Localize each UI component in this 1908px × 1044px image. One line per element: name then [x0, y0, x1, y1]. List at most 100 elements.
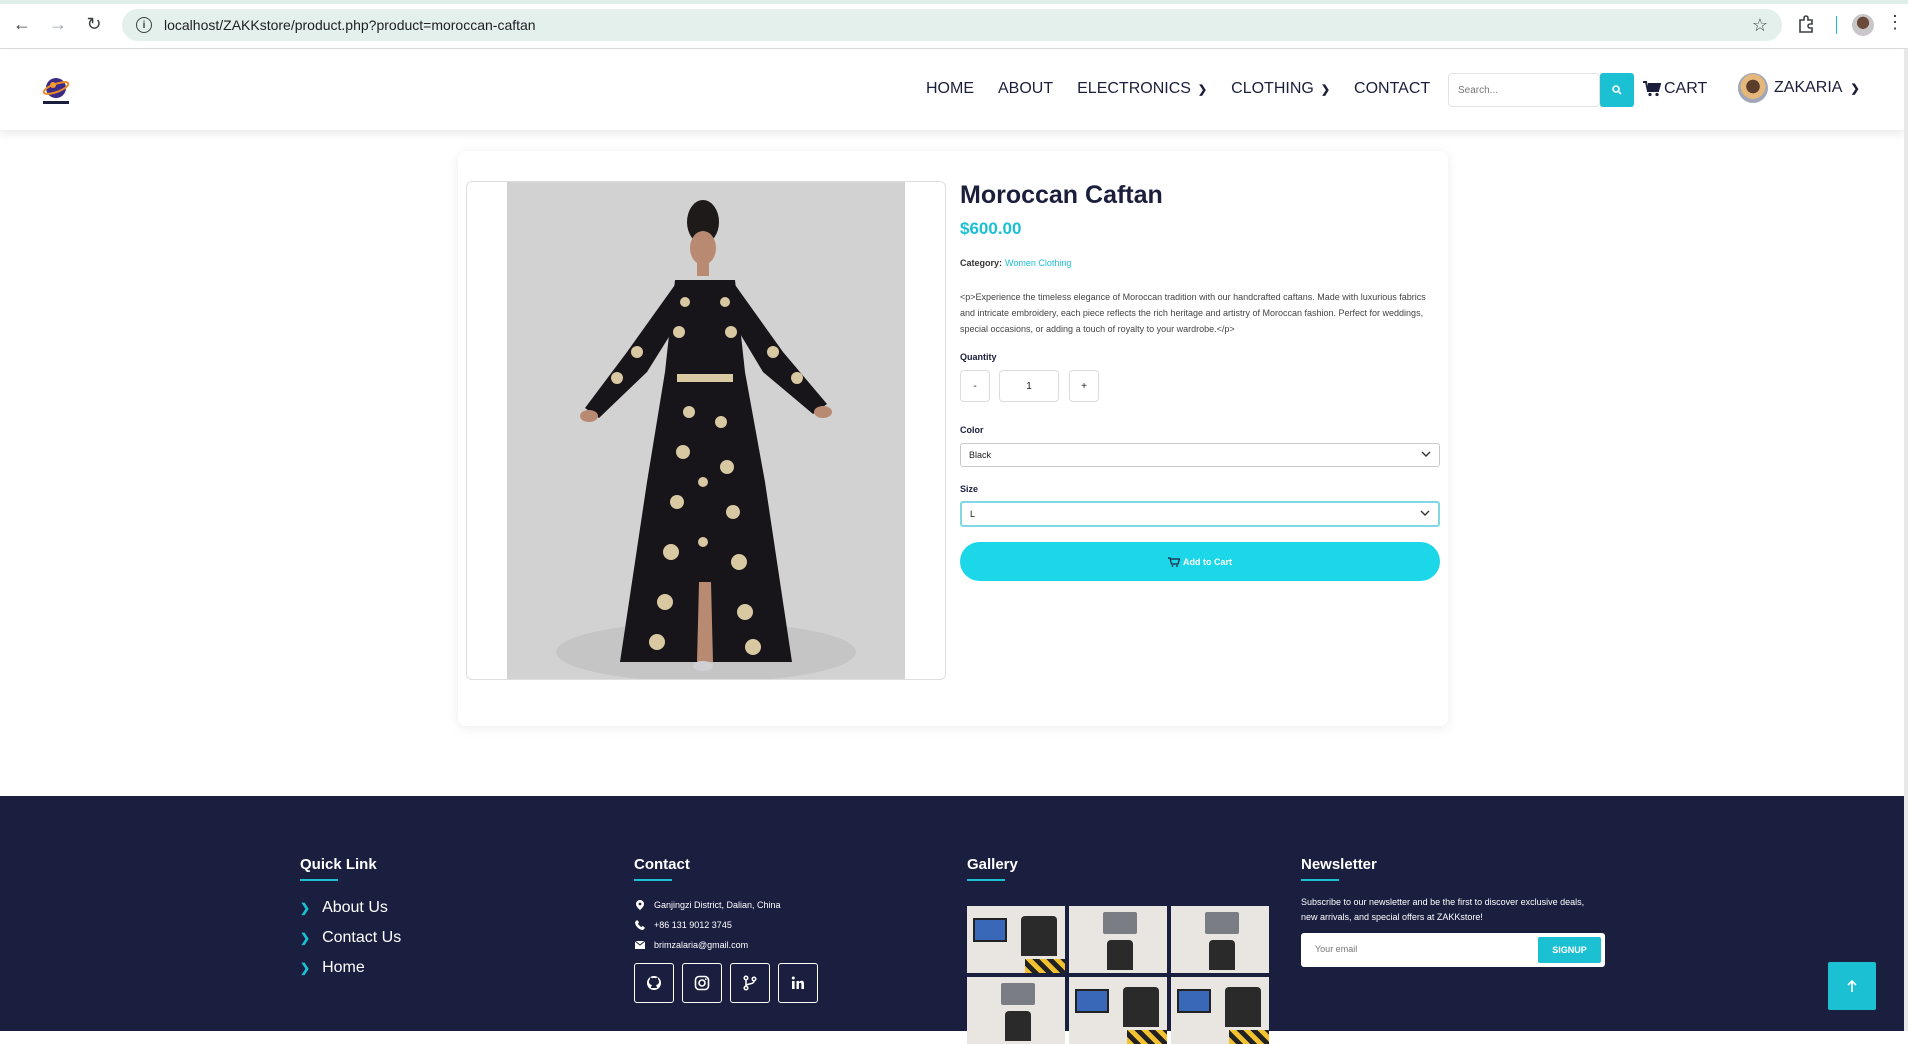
- gallery-grid: [967, 906, 1269, 1044]
- nav-clothing-label: CLOTHING: [1231, 80, 1314, 97]
- back-icon[interactable]: ←: [10, 12, 34, 36]
- phone-text: +86 131 9012 3745: [654, 920, 732, 930]
- email-text[interactable]: brimzalaria@gmail.com: [654, 940, 748, 950]
- footer-link-about[interactable]: ❯ About Us: [300, 893, 401, 923]
- footer-link-label: About Us: [322, 899, 388, 916]
- bookmark-star-icon[interactable]: ☆: [1752, 15, 1768, 36]
- chevron-down-icon: ❯: [1197, 83, 1208, 96]
- gallery-image[interactable]: [1171, 977, 1269, 1044]
- gallery-image[interactable]: [1069, 977, 1167, 1044]
- user-menu[interactable]: ZAKARIA ❯: [1738, 73, 1860, 103]
- back-to-top-button[interactable]: [1828, 962, 1876, 1010]
- quantity-increase-button[interactable]: +: [1069, 370, 1099, 402]
- browser-menu-icon[interactable]: ⋮: [1886, 12, 1904, 33]
- extensions-icon[interactable]: [1796, 14, 1816, 34]
- size-select-value: L: [970, 509, 976, 519]
- nav-clothing[interactable]: CLOTHING ❯: [1231, 80, 1330, 98]
- product-image[interactable]: [507, 182, 905, 680]
- nav-home[interactable]: HOME: [926, 80, 974, 98]
- gallery-image[interactable]: [967, 977, 1065, 1044]
- newsletter-heading: Newsletter: [1301, 856, 1377, 873]
- quick-link-list: ❯ About Us ❯ Contact Us ❯ Home: [300, 893, 401, 983]
- footer-link-label: Home: [322, 959, 365, 976]
- address-text: Ganjingzi District, Dalian, China: [654, 900, 781, 910]
- chevron-down-icon: [1420, 510, 1430, 516]
- git-branch-button[interactable]: [730, 963, 770, 1003]
- chevron-right-icon: ❯: [300, 931, 311, 945]
- quantity-input[interactable]: 1: [999, 370, 1059, 402]
- user-name: ZAKARIA: [1774, 79, 1843, 96]
- product-price: $600.00: [960, 219, 1022, 238]
- instagram-button[interactable]: [682, 963, 722, 1003]
- linkedin-button[interactable]: [778, 963, 818, 1003]
- footer-gallery: Gallery: [967, 856, 1269, 1044]
- product-card: Moroccan Caftan $600.00 Category: Women C…: [458, 151, 1448, 726]
- color-select[interactable]: Black: [960, 443, 1440, 467]
- signup-button[interactable]: SIGNUP: [1538, 937, 1601, 963]
- nav-electronics[interactable]: ELECTRONICS ❯: [1077, 80, 1207, 98]
- footer-quick-links: Quick Link ❯ About Us ❯ Contact Us ❯ Home: [300, 856, 401, 983]
- footer-contact: Contact Ganjingzi District, Dalian, Chin…: [634, 856, 818, 1003]
- zakkstore-logo[interactable]: [40, 74, 72, 106]
- heading-underline: [634, 879, 672, 881]
- linkedin-icon: [791, 976, 804, 989]
- nav-contact[interactable]: CONTACT: [1354, 80, 1430, 98]
- cart-label: CART: [1664, 80, 1708, 97]
- contact-heading: Contact: [634, 856, 690, 873]
- url-text: localhost/ZAKKstore/product.php?product=…: [164, 17, 536, 33]
- main-navigation: HOME ABOUT ELECTRONICS ❯ CLOTHING ❯ CONTAC…: [926, 80, 1454, 98]
- nav-contact-label: CONTACT: [1354, 80, 1431, 97]
- footer-link-contact[interactable]: ❯ Contact Us: [300, 923, 401, 953]
- browser-toolbar: ← → ↻ i localhost/ZAKKstore/product.php?…: [0, 0, 1908, 49]
- gallery-image[interactable]: [1069, 906, 1167, 973]
- phone-icon: [634, 919, 646, 931]
- browser-tab-strip: [0, 0, 1908, 4]
- footer-newsletter: Newsletter Subscribe to our newsletter a…: [1301, 856, 1605, 967]
- chevron-right-icon: ❯: [300, 901, 311, 915]
- nav-electronics-label: ELECTRONICS: [1077, 80, 1191, 97]
- newsletter-email-input[interactable]: Your email: [1315, 944, 1357, 954]
- contact-email: brimzalaria@gmail.com: [634, 935, 818, 955]
- quantity-decrease-button[interactable]: -: [960, 370, 990, 402]
- address-bar[interactable]: i localhost/ZAKKstore/product.php?produc…: [122, 9, 1782, 41]
- cart-link[interactable]: CART: [1643, 80, 1707, 98]
- gallery-image[interactable]: [1171, 906, 1269, 973]
- site-header: HOME ABOUT ELECTRONICS ❯ CLOTHING ❯ CONTAC…: [0, 50, 1904, 130]
- chevron-down-icon: [1421, 451, 1431, 457]
- user-avatar: [1738, 73, 1768, 103]
- cart-icon: [1643, 81, 1661, 97]
- nav-about[interactable]: ABOUT: [998, 80, 1053, 98]
- github-button[interactable]: [634, 963, 674, 1003]
- category-label: Category:: [960, 258, 1003, 268]
- site-footer: Quick Link ❯ About Us ❯ Contact Us ❯ Home C…: [0, 796, 1904, 1044]
- chevron-down-icon: ❯: [1320, 83, 1331, 96]
- search-button[interactable]: [1600, 73, 1634, 107]
- scrollbar-track[interactable]: [1904, 49, 1908, 1031]
- nav-about-label: ABOUT: [998, 80, 1054, 97]
- category-link[interactable]: Women Clothing: [1005, 258, 1071, 268]
- quantity-label: Quantity: [960, 352, 997, 362]
- footer-link-home[interactable]: ❯ Home: [300, 953, 401, 983]
- reload-icon[interactable]: ↻: [82, 12, 106, 36]
- browser-profile-avatar[interactable]: [1852, 14, 1874, 36]
- product-category: Category: Women Clothing: [960, 258, 1071, 268]
- product-image-frame: [466, 181, 946, 680]
- search-icon: [1612, 85, 1622, 95]
- newsletter-form: Your email SIGNUP: [1301, 933, 1605, 967]
- add-to-cart-button[interactable]: Add to Cart: [960, 542, 1440, 581]
- newsletter-description: Subscribe to our newsletter and be the f…: [1301, 897, 1585, 922]
- site-info-icon[interactable]: i: [136, 17, 152, 33]
- product-description: <p>Experience the timeless elegance of M…: [960, 292, 1426, 334]
- toolbar-divider: [1836, 16, 1837, 34]
- size-select[interactable]: L: [960, 501, 1440, 527]
- gallery-heading: Gallery: [967, 856, 1018, 873]
- search-input[interactable]: [1448, 73, 1600, 107]
- forward-icon[interactable]: →: [46, 12, 70, 36]
- github-icon: [647, 976, 661, 990]
- gallery-image[interactable]: [967, 906, 1065, 973]
- size-label: Size: [960, 484, 979, 494]
- cart-plus-icon: [1168, 556, 1180, 567]
- envelope-icon: [634, 939, 646, 951]
- chevron-down-icon: ❯: [1850, 82, 1860, 95]
- heading-underline: [300, 879, 338, 881]
